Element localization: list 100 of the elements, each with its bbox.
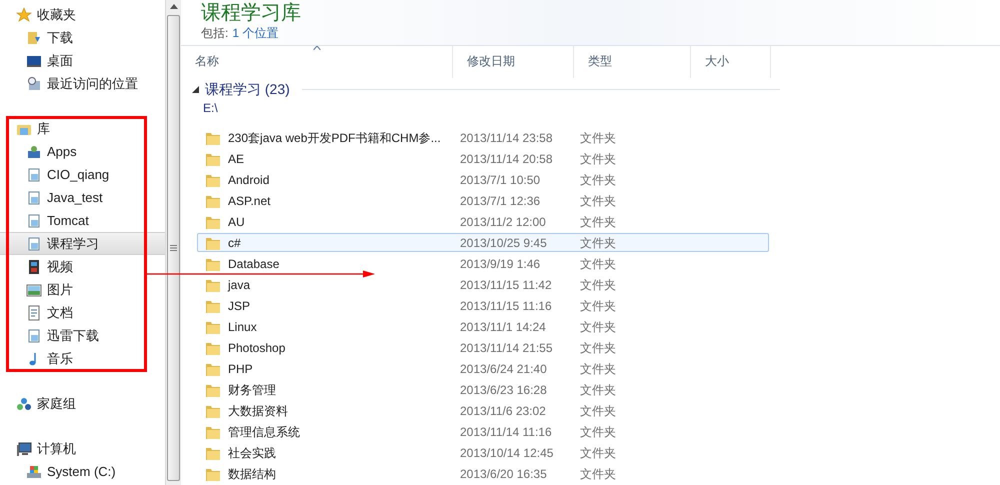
- document-library-icon: [26, 212, 42, 228]
- file-row[interactable]: 社会实践 2013/10/14 12:45 文件夹: [197, 443, 769, 462]
- file-name: AE: [228, 150, 244, 168]
- document-icon: [26, 304, 42, 320]
- file-name: 社会实践: [228, 444, 276, 462]
- library-title: 课程学习库: [201, 1, 302, 25]
- modified-date: 2013/11/14 23:58: [460, 130, 554, 146]
- modified-date: 2013/10/25 9:45: [460, 234, 548, 252]
- file-type: 文件夹: [580, 276, 616, 294]
- file-name: Photoshop: [228, 340, 286, 356]
- file-row[interactable]: 财务管理 2013/6/23 16:28 文件夹: [197, 380, 769, 399]
- file-type: 文件夹: [580, 424, 616, 440]
- column-header[interactable]: 类型: [574, 46, 691, 78]
- file-name: 财务管理: [228, 382, 276, 398]
- film-icon: [26, 258, 42, 274]
- nav-item[interactable]: 收藏夹: [0, 3, 165, 26]
- file-row[interactable]: Photoshop 2013/11/14 21:55 文件夹: [197, 338, 769, 357]
- file-name: Linux: [228, 318, 257, 336]
- nav-item[interactable]: Apps: [0, 140, 165, 163]
- document-library-icon: [26, 190, 42, 206]
- file-name: Android: [228, 172, 270, 188]
- expand-triangle-icon[interactable]: [192, 86, 199, 92]
- sort-caret-icon: [313, 46, 320, 50]
- file-name: AU: [228, 214, 245, 230]
- column-header[interactable]: 名称: [181, 46, 453, 78]
- file-type: 文件夹: [580, 402, 616, 420]
- file-type: 文件夹: [580, 150, 616, 168]
- scroll-thumb[interactable]: [167, 15, 180, 481]
- file-type: 文件夹: [580, 172, 616, 188]
- file-type: 文件夹: [580, 234, 616, 252]
- nav-item[interactable]: 库: [0, 117, 165, 140]
- grip-icon: [170, 245, 177, 251]
- file-name: Database: [228, 256, 280, 272]
- file-row[interactable]: Android 2013/7/1 10:50 文件夹: [197, 170, 769, 189]
- file-row[interactable]: PHP 2013/6/24 21:40 文件夹: [197, 359, 769, 378]
- file-row[interactable]: 数据结构 2013/6/20 16:35 文件夹: [197, 464, 769, 483]
- nav-item[interactable]: System (C:): [0, 460, 165, 483]
- scrollbar[interactable]: [165, 0, 181, 485]
- modified-date: 2013/6/20 16:35: [460, 466, 548, 482]
- file-row[interactable]: 管理信息系统 2013/11/14 11:16 文件夹: [197, 422, 769, 441]
- file-type: 文件夹: [580, 256, 616, 272]
- file-type: 文件夹: [580, 360, 616, 378]
- file-type: 文件夹: [580, 466, 616, 482]
- nav-item[interactable]: 迅雷下载: [0, 324, 165, 347]
- file-name: c#: [228, 234, 241, 252]
- modified-date: 2013/11/14 20:58: [460, 150, 554, 168]
- modified-date: 2013/7/1 10:50: [460, 172, 542, 188]
- file-name: JSP: [228, 298, 250, 314]
- nav-item[interactable]: 音乐: [0, 347, 165, 370]
- modified-date: 2013/11/1 14:24: [460, 318, 547, 336]
- scroll-up-icon[interactable]: [170, 4, 178, 9]
- modified-date: 2013/10/14 12:45: [460, 444, 554, 462]
- includes-label: 包括:: [201, 25, 228, 41]
- picture-icon: [26, 282, 42, 298]
- file-type: 文件夹: [580, 130, 616, 146]
- file-row[interactable]: 大数据资料 2013/11/6 23:02 文件夹: [197, 401, 769, 420]
- file-name: ASP.net: [228, 192, 270, 210]
- modified-date: 2013/6/23 16:28: [460, 382, 548, 398]
- nav-item[interactable]: 文档: [0, 301, 165, 324]
- drive-icon: [26, 464, 42, 480]
- group-heading[interactable]: 课程学习 (23): [205, 78, 290, 100]
- file-type: 文件夹: [580, 382, 616, 398]
- nav-item[interactable]: Java_test: [0, 186, 165, 209]
- file-name: 数据结构: [228, 466, 276, 482]
- column-header[interactable]: 修改日期: [453, 46, 574, 78]
- file-row[interactable]: 230套java web开发PDF书籍和CHM参... 2013/11/14 23:58 文件夹: [197, 128, 769, 147]
- file-name: 管理信息系统: [228, 424, 300, 440]
- file-name: 230套java web开发PDF书籍和CHM参...: [228, 130, 441, 146]
- nav-item[interactable]: 图片: [0, 278, 165, 301]
- nav-item[interactable]: 家庭组: [0, 392, 165, 415]
- star-icon: [16, 6, 32, 22]
- nav-item[interactable]: 视频: [0, 255, 165, 278]
- locations-link[interactable]: 1 个位置: [232, 25, 278, 41]
- modified-date: 2013/7/1 12:36: [460, 192, 542, 210]
- nav-item[interactable]: 计算机: [0, 437, 165, 460]
- file-row[interactable]: JSP 2013/11/15 11:16 文件夹: [197, 296, 769, 315]
- nav-item[interactable]: CIO_qiang: [0, 163, 165, 186]
- file-row[interactable]: AE 2013/11/14 20:58 文件夹: [197, 149, 769, 168]
- file-row[interactable]: Linux 2013/11/1 14:24 文件夹: [197, 317, 769, 336]
- file-name: java: [228, 276, 250, 294]
- file-row[interactable]: java 2013/11/15 11:42 文件夹: [197, 275, 769, 294]
- file-name: PHP: [228, 360, 253, 378]
- file-row[interactable]: ASP.net 2013/7/1 12:36 文件夹: [197, 191, 769, 210]
- modified-date: 2013/11/14 11:16: [460, 424, 553, 440]
- file-row[interactable]: c# 2013/10/25 9:45 文件夹: [197, 233, 769, 252]
- column-header[interactable]: 大小: [691, 46, 771, 78]
- nav-item[interactable]: 课程学习: [0, 232, 165, 255]
- nav-item[interactable]: 下载: [0, 26, 165, 49]
- nav-item[interactable]: 桌面: [0, 49, 165, 72]
- file-type: 文件夹: [580, 192, 616, 210]
- file-row[interactable]: AU 2013/11/2 12:00 文件夹: [197, 212, 769, 231]
- modified-date: 2013/6/24 21:40: [460, 360, 548, 378]
- document-library-icon: [26, 328, 42, 344]
- modified-date: 2013/11/6 23:02: [460, 402, 547, 420]
- file-type: 文件夹: [580, 298, 616, 314]
- nav-item[interactable]: Tomcat: [0, 209, 165, 232]
- file-row[interactable]: Database 2013/9/19 1:46 文件夹: [197, 254, 769, 273]
- homegroup-icon: [16, 396, 32, 412]
- file-type: 文件夹: [580, 340, 616, 356]
- nav-item[interactable]: 最近访问的位置: [0, 72, 165, 95]
